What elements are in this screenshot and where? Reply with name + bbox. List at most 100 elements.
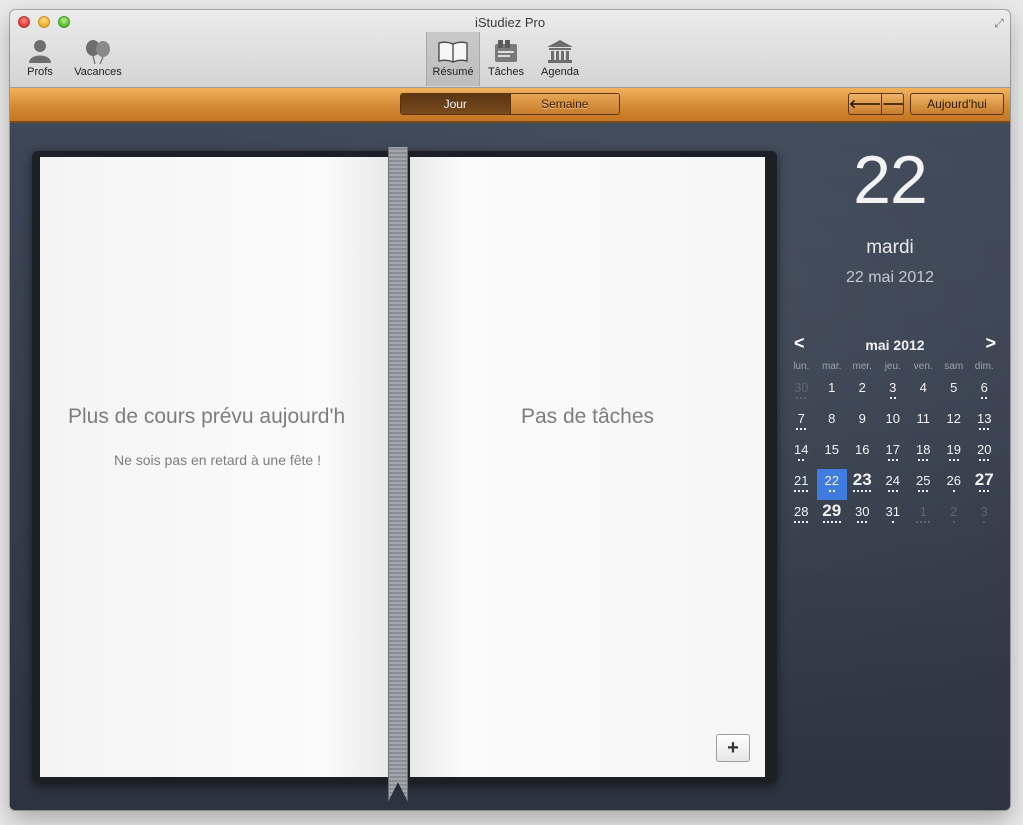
event-dot: [987, 428, 990, 430]
calendar-day[interactable]: 21: [786, 469, 817, 500]
view-bar: Jour Semaine 🡐 🡒 Aujourd'hui: [10, 88, 1010, 123]
event-dot: [887, 459, 890, 461]
calendar-day[interactable]: 30: [847, 500, 878, 531]
event-dot: [952, 490, 955, 492]
calendar-day[interactable]: 31: [878, 500, 909, 531]
calendar-day[interactable]: 26: [939, 469, 970, 500]
weekday-label: ven.: [913, 361, 933, 372]
calendar-day[interactable]: 25: [908, 469, 939, 500]
segment-jour[interactable]: Jour: [401, 94, 510, 114]
event-dot: [865, 490, 868, 492]
calendar-day-number: 23: [852, 470, 872, 489]
toolbar-vacances-button[interactable]: Vacances: [70, 36, 126, 82]
day-name: mardi: [866, 237, 914, 258]
previous-day-button[interactable]: 🡐: [849, 94, 882, 114]
calendar-day[interactable]: 24: [878, 469, 909, 500]
next-day-button[interactable]: 🡒: [881, 94, 903, 114]
calendar-day[interactable]: 3: [878, 376, 909, 407]
toolbar-resume-button[interactable]: Résumé: [426, 32, 480, 86]
calendar-event-dots: [817, 521, 848, 525]
calendar-day[interactable]: 30: [786, 376, 817, 407]
calendar-day[interactable]: 8: [817, 407, 848, 438]
event-dot: [887, 490, 890, 492]
event-dot: [979, 428, 982, 430]
calendar-day-number: 16: [855, 442, 870, 457]
calendar-day[interactable]: 14: [786, 438, 817, 469]
calendar-day[interactable]: 9: [847, 407, 878, 438]
calendar-event-dots: [969, 397, 1000, 401]
event-dot: [806, 521, 809, 523]
toolbar: iStudiez Pro ⤢ Profs Vacances Résumé Tâc…: [10, 10, 1010, 88]
add-task-button[interactable]: +: [716, 734, 750, 762]
calendar-event-dots: [878, 428, 909, 432]
calendar-day-number: 24: [885, 473, 900, 488]
event-dot: [922, 459, 925, 461]
calendar-event-dots: [847, 397, 878, 401]
event-dot: [802, 459, 805, 461]
calendar-day[interactable]: 11: [908, 407, 939, 438]
classes-page: Plus de cours prévu aujourd'h Ne sois pa…: [40, 157, 395, 777]
person-icon: [22, 36, 58, 64]
calendar-day[interactable]: 27: [969, 469, 1000, 500]
toolbar-resume-label: Résumé: [432, 66, 474, 78]
toolbar-profs-button[interactable]: Profs: [22, 36, 58, 82]
event-dot: [857, 521, 860, 523]
calendar-day[interactable]: 3: [969, 500, 1000, 531]
calendar-week-row: 7 8 9 10 11 12 13: [786, 407, 1004, 438]
calendar-day[interactable]: 28: [786, 500, 817, 531]
calendar-week-row: 28 29 30 31 1 2 3: [786, 500, 1004, 531]
event-dot: [796, 397, 799, 399]
mini-calendar: < mai 2012 > lun. mar. mer. jeu. ven. sam dim.…: [786, 333, 1004, 531]
event-dot: [798, 521, 801, 523]
calendar-day[interactable]: 18: [908, 438, 939, 469]
event-dot: [926, 459, 929, 461]
event-dot: [889, 397, 892, 399]
calendar-day[interactable]: 15: [817, 438, 848, 469]
event-dot: [869, 490, 872, 492]
calendar-event-dots: [908, 428, 939, 432]
next-month-button[interactable]: >: [985, 333, 996, 354]
calendar-day[interactable]: 1: [817, 376, 848, 407]
calendar-day-number: 2: [950, 504, 958, 519]
event-dot: [832, 490, 835, 492]
calendar-event-dots: [939, 459, 970, 463]
calendar-day[interactable]: 6: [969, 376, 1000, 407]
calendar-day[interactable]: 5: [939, 376, 970, 407]
view-segmented-control: Jour Semaine: [400, 93, 620, 115]
calendar-day[interactable]: 7: [786, 407, 817, 438]
event-dot: [924, 521, 927, 523]
calendar-day[interactable]: 4: [908, 376, 939, 407]
calendar-day[interactable]: 1: [908, 500, 939, 531]
calendar-day-number: 13: [977, 411, 992, 426]
event-dot: [891, 490, 894, 492]
calendar-week-row: 30 1 2 3 4 5 6: [786, 376, 1004, 407]
tasks-icon: [484, 36, 528, 64]
calendar-day[interactable]: 29: [817, 500, 848, 531]
calendar-day-number: 30: [855, 504, 870, 519]
calendar-day[interactable]: 12: [939, 407, 970, 438]
event-dot: [979, 459, 982, 461]
weekday-label: mar.: [822, 361, 842, 372]
calendar-day[interactable]: 10: [878, 407, 909, 438]
no-classes-message: Plus de cours prévu aujourd'h: [68, 405, 346, 428]
full-date: 22 mai 2012: [845, 269, 935, 286]
calendar-day[interactable]: 17: [878, 438, 909, 469]
date-navigation: 🡐 🡒: [848, 93, 904, 115]
calendar-grid: 30 1 2 3 4 5 6 7 8 9 10 11 12 13 14 15 16 17 18 19 20 21 22 23 2…: [786, 376, 1004, 531]
segment-semaine[interactable]: Semaine: [509, 94, 619, 114]
calendar-day[interactable]: 23: [847, 469, 878, 500]
calendar-day-number: 1: [919, 504, 927, 519]
calendar-day[interactable]: 2: [847, 376, 878, 407]
toolbar-taches-button[interactable]: Tâches: [484, 36, 528, 82]
calendar-day[interactable]: 2: [939, 500, 970, 531]
toolbar-vacances-label: Vacances: [74, 66, 122, 78]
calendar-day[interactable]: 16: [847, 438, 878, 469]
toolbar-agenda-button[interactable]: Agenda: [536, 36, 584, 82]
calendar-day[interactable]: 20: [969, 438, 1000, 469]
calendar-day[interactable]: 19: [939, 438, 970, 469]
calendar-event-dots: [847, 521, 878, 525]
calendar-day-selected[interactable]: 22: [816, 469, 847, 500]
calendar-day[interactable]: 13: [969, 407, 1000, 438]
today-button[interactable]: Aujourd'hui: [910, 93, 1004, 115]
fullscreen-icon[interactable]: ⤢: [992, 16, 1006, 30]
